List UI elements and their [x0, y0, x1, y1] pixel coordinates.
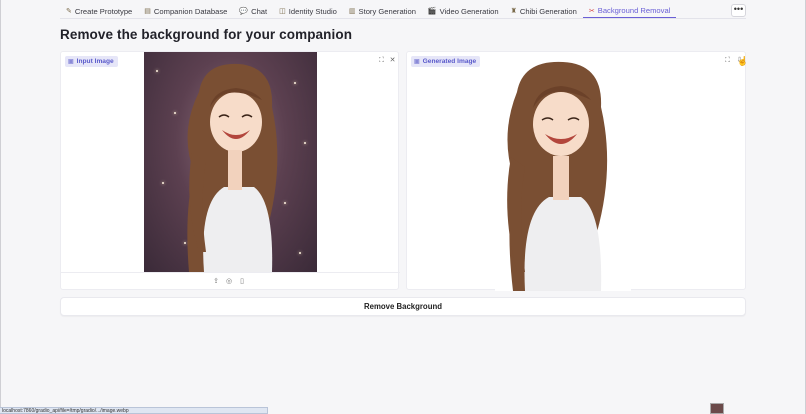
- tab-story-generation[interactable]: ▥ Story Generation: [343, 4, 422, 18]
- input-toolbar: ⇪ ◎ ▯: [212, 277, 246, 285]
- pencil-icon: ✎: [66, 8, 72, 15]
- taskbar-thumbnail[interactable]: [710, 403, 724, 414]
- clapper-icon: 🎬: [427, 8, 437, 15]
- chibi-icon: ♜: [510, 8, 517, 15]
- fullscreen-icon[interactable]: ⛶: [723, 56, 732, 65]
- database-icon: ▤: [144, 8, 151, 15]
- companion-portrait-icon: [187, 63, 278, 272]
- remove-background-button[interactable]: Remove Background: [60, 297, 746, 316]
- tab-companion-database[interactable]: ▤ Companion Database: [138, 4, 233, 18]
- sparkle: [304, 142, 306, 144]
- sparkle: [294, 82, 296, 84]
- identity-icon: ◫: [279, 8, 286, 15]
- pointer-cursor-icon: ☝: [737, 56, 749, 66]
- input-image-label-text: Input Image: [76, 58, 114, 65]
- image-icon: ▣: [414, 59, 420, 65]
- sparkle: [174, 112, 176, 114]
- tab-create-prototype[interactable]: ✎ Create Prototype: [60, 4, 138, 18]
- sparkle: [299, 252, 301, 254]
- more-tabs-button[interactable]: •••: [731, 4, 746, 17]
- generated-image-panel: ▣ Generated Image ⛶ ⇩: [406, 51, 746, 291]
- input-image: [144, 52, 317, 272]
- input-image-panel[interactable]: ▣ Input Image ⛶ ✕ ⇪ ◎ ▯: [60, 51, 400, 290]
- generated-image-label-text: Generated Image: [422, 58, 477, 65]
- tab-bar: ✎ Create Prototype ▤ Companion Database 💬 C…: [60, 4, 746, 19]
- tab-label: Identity Studio: [288, 6, 337, 16]
- clipboard-icon[interactable]: ▯: [238, 277, 246, 285]
- tab-chibi-generation[interactable]: ♜ Chibi Generation: [505, 4, 583, 18]
- webcam-icon[interactable]: ◎: [225, 277, 233, 285]
- close-icon[interactable]: ✕: [388, 56, 397, 65]
- upload-icon[interactable]: ⇪: [212, 277, 220, 285]
- book-icon: ▥: [348, 8, 356, 15]
- sparkle: [284, 202, 286, 204]
- input-image-label: ▣ Input Image: [65, 56, 118, 67]
- tab-label: Chat: [251, 6, 268, 16]
- tab-video-generation[interactable]: 🎬 Video Generation: [422, 4, 505, 18]
- sparkle: [156, 70, 158, 72]
- tab-background-removal[interactable]: ✂ Background Removal: [582, 4, 677, 18]
- tab-identity-studio[interactable]: ◫ Identity Studio: [273, 4, 343, 18]
- generated-image: [495, 52, 631, 291]
- tab-chat[interactable]: 💬 Chat: [233, 4, 273, 18]
- tab-label: Background Removal: [597, 6, 671, 15]
- tab-label: Story Generation: [358, 6, 416, 16]
- tab-label: Companion Database: [153, 6, 228, 16]
- image-icon: ▣: [68, 59, 74, 65]
- panel-divider: [61, 272, 400, 273]
- status-bar-url: localhost:7860/gradio_api/file=/tmp/grad…: [0, 407, 268, 414]
- scissors-icon: ✂: [588, 7, 595, 15]
- page-title: Remove the background for your companion: [60, 27, 353, 42]
- fullscreen-icon[interactable]: ⛶: [377, 56, 386, 65]
- chat-icon: 💬: [239, 8, 249, 15]
- companion-cutout-icon: [507, 61, 608, 291]
- tab-label: Video Generation: [439, 6, 499, 16]
- tab-label: Create Prototype: [74, 6, 133, 16]
- sparkle: [162, 182, 164, 184]
- sparkle: [184, 242, 186, 244]
- tab-label: Chibi Generation: [519, 6, 577, 16]
- generated-image-label: ▣ Generated Image: [411, 56, 481, 67]
